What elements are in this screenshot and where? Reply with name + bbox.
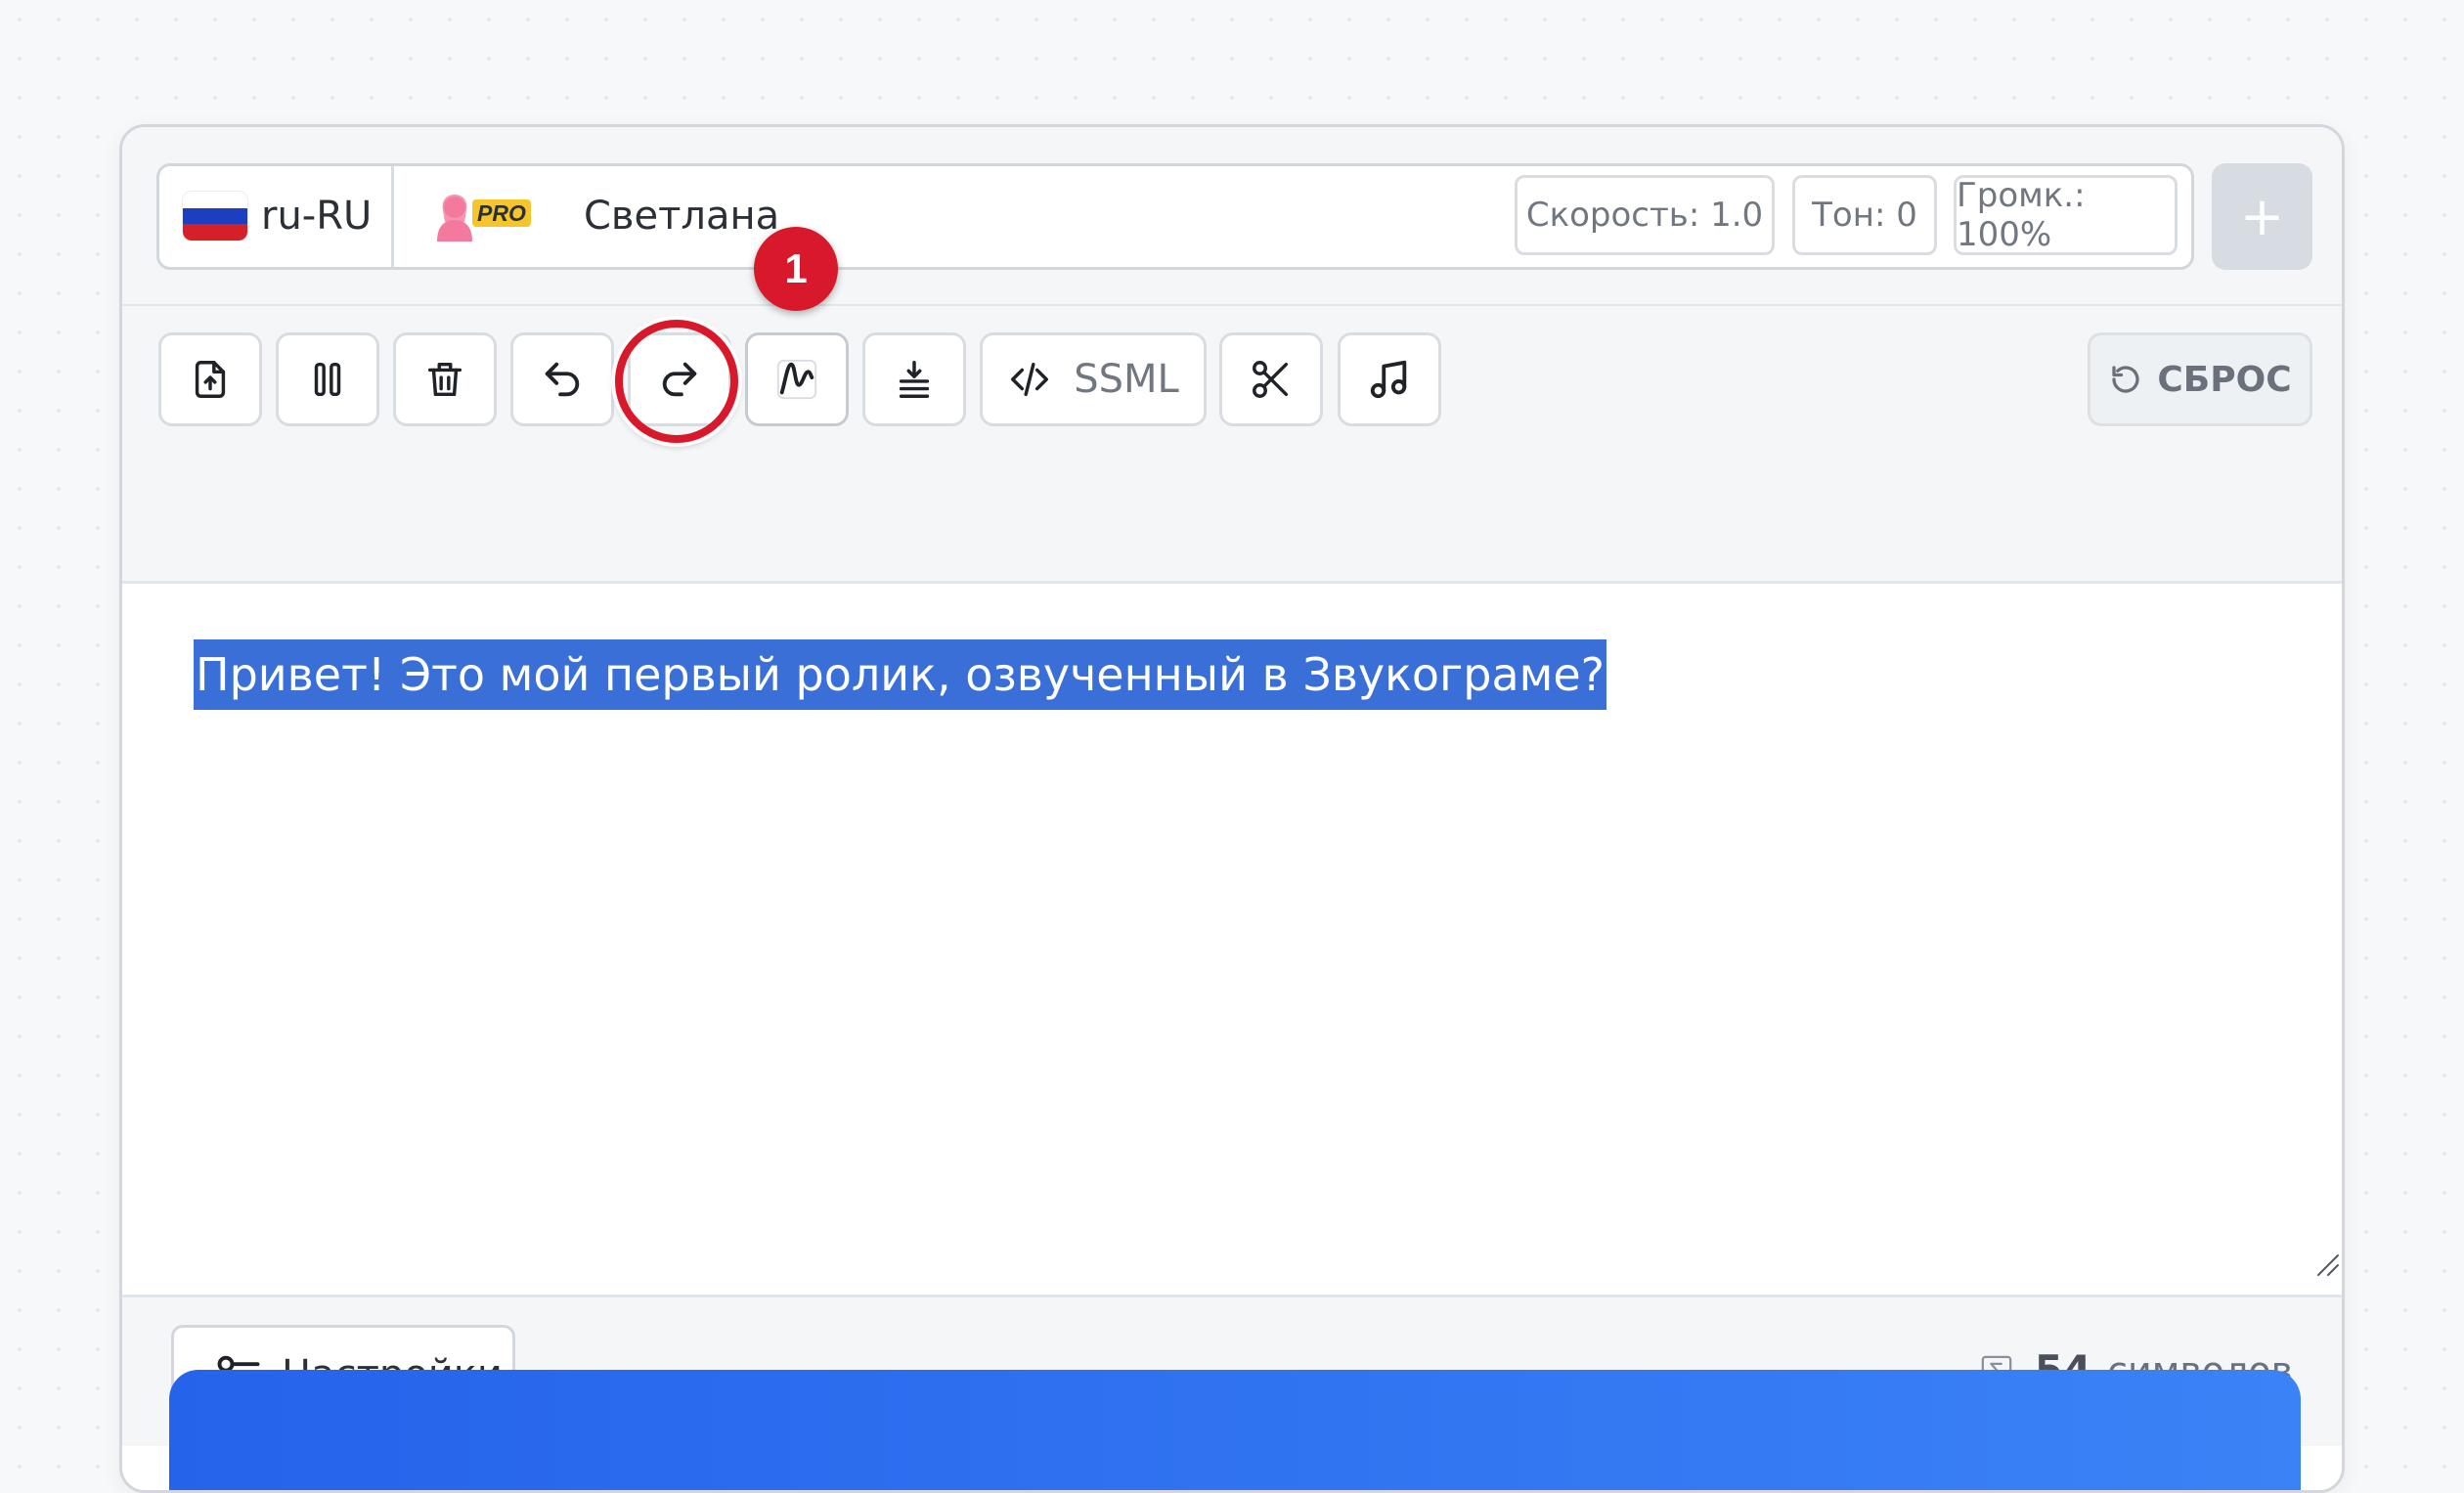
upload-file-button[interactable] — [158, 332, 262, 426]
trash-icon — [427, 362, 462, 397]
undo-button[interactable] — [510, 332, 614, 426]
text-editor[interactable]: Привет! Это мой первый ролик, озвученный… — [122, 584, 2342, 1295]
generate-button[interactable] — [169, 1370, 2301, 1490]
reset-icon — [2112, 366, 2139, 393]
voice-selector-bar[interactable]: ru-RU PRO Светлана Скорость: 1.0 Тон: 0 … — [156, 163, 2194, 270]
step-number-badge: 1 — [754, 227, 838, 311]
intonation-icon — [776, 359, 817, 400]
voice-name[interactable]: Светлана — [584, 194, 779, 239]
redo-button[interactable] — [628, 332, 731, 426]
russia-flag-icon — [183, 192, 247, 241]
add-voice-button[interactable]: + — [2212, 163, 2312, 270]
line-break-button[interactable] — [862, 332, 966, 426]
undo-icon — [545, 362, 580, 397]
language-code: ru-RU — [261, 194, 373, 239]
pause-button[interactable] — [276, 332, 379, 426]
female-avatar-icon — [437, 195, 472, 242]
pro-badge: PRO — [472, 199, 531, 227]
speed-button[interactable]: Скорость: 1.0 — [1515, 175, 1775, 255]
delete-button[interactable] — [393, 332, 497, 426]
editor-selected-text[interactable]: Привет! Это мой первый ролик, озвученный… — [194, 639, 1607, 710]
scissors-icon — [1253, 361, 1289, 398]
redo-icon — [662, 362, 697, 397]
line-break-icon — [899, 361, 930, 398]
resize-handle-icon[interactable] — [2314, 1251, 2340, 1277]
code-icon — [1011, 362, 1049, 397]
music-icon — [1370, 360, 1407, 399]
language-selector[interactable]: ru-RU — [159, 166, 394, 267]
pause-icon — [314, 362, 341, 397]
volume-button[interactable]: Громк.: 100% — [1954, 175, 2178, 255]
ssml-button[interactable]: SSML — [980, 332, 1207, 426]
music-button[interactable] — [1338, 332, 1441, 426]
voice-bar-zone: ru-RU PRO Светлана Скорость: 1.0 Тон: 0 … — [122, 127, 2342, 306]
cut-button[interactable] — [1219, 332, 1323, 426]
intonation-button[interactable] — [745, 332, 849, 426]
reset-label: СБРОС — [2157, 359, 2292, 400]
upload-file-icon — [195, 361, 226, 398]
ssml-label: SSML — [1074, 357, 1179, 402]
tts-editor-card: ru-RU PRO Светлана Скорость: 1.0 Тон: 0 … — [119, 124, 2345, 1493]
reset-button[interactable]: СБРОС — [2088, 332, 2312, 426]
pitch-button[interactable]: Тон: 0 — [1792, 175, 1937, 255]
